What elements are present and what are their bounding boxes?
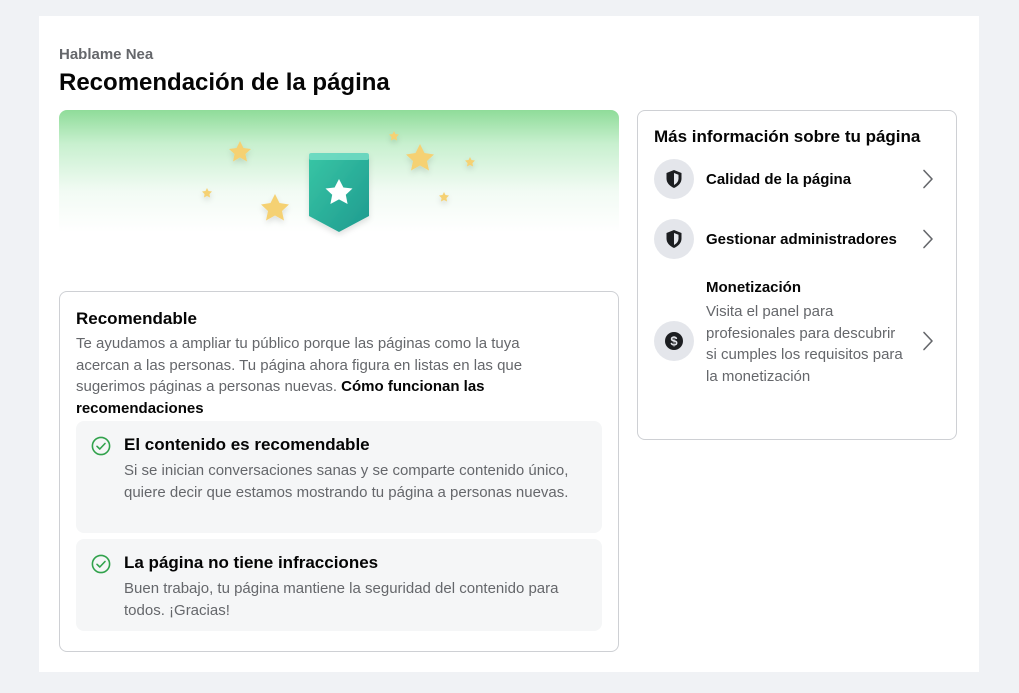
check-item-title: El contenido es recomendable xyxy=(124,435,370,454)
page-quality-label: Calidad de la página xyxy=(706,171,852,188)
check-circle-icon xyxy=(91,554,111,574)
recommendation-description: Te ayudamos a ampliar tu público porque … xyxy=(76,333,576,419)
recommendation-banner xyxy=(59,110,619,280)
recommendation-card: Recomendable Te ayudamos a ampliar tu pú… xyxy=(59,291,619,652)
check-item-description: Buen trabajo, tu página mantiene la segu… xyxy=(124,580,559,619)
check-item-description: Si se inician conversaciones sanas y se … xyxy=(124,462,569,501)
page-container: Hablame Nea Recomendación de la página R… xyxy=(39,16,979,672)
monetization-item[interactable]: $ Monetización Visita el panel para prof… xyxy=(638,277,956,407)
manage-admins-item[interactable]: Gestionar administradores xyxy=(638,219,956,259)
chevron-right-icon xyxy=(923,229,933,249)
shield-icon xyxy=(666,230,682,248)
check-item-title: La página no tiene infracciones xyxy=(124,553,379,572)
monetization-description: Visita el panel para profesionales para … xyxy=(706,303,903,385)
star-icon xyxy=(465,157,475,167)
shield-icon xyxy=(666,170,682,188)
check-item-violations: La página no tiene infracciones Buen tra… xyxy=(76,539,602,631)
banner-illustration xyxy=(202,131,475,232)
star-icon xyxy=(229,141,251,162)
monetization-label: Monetización xyxy=(706,279,802,296)
manage-admins-label: Gestionar administradores xyxy=(706,231,897,248)
chevron-right-icon xyxy=(923,331,933,351)
star-icon xyxy=(202,188,212,198)
star-icon xyxy=(406,144,434,171)
more-info-title: Más información sobre tu página xyxy=(654,127,921,146)
page-title: Recomendación de la página xyxy=(59,69,390,96)
star-icon xyxy=(261,194,289,221)
star-icon xyxy=(439,192,449,202)
badge-icon xyxy=(309,153,369,232)
dollar-icon: $ xyxy=(665,332,683,350)
chevron-right-icon xyxy=(923,169,933,189)
page-quality-icon-circle xyxy=(654,159,694,199)
star-icon xyxy=(389,131,399,141)
check-item-content: El contenido es recomendable Si se inici… xyxy=(76,421,602,533)
page-name: Hablame Nea xyxy=(59,46,154,63)
check-circle-icon xyxy=(91,436,111,456)
monetization-icon-circle: $ xyxy=(654,321,694,361)
manage-admins-icon-circle xyxy=(654,219,694,259)
recommendation-status: Recomendable xyxy=(76,309,197,328)
page-quality-item[interactable]: Calidad de la página xyxy=(638,159,956,199)
svg-text:$: $ xyxy=(670,334,678,349)
more-info-card: Más información sobre tu página Calidad … xyxy=(637,110,957,440)
